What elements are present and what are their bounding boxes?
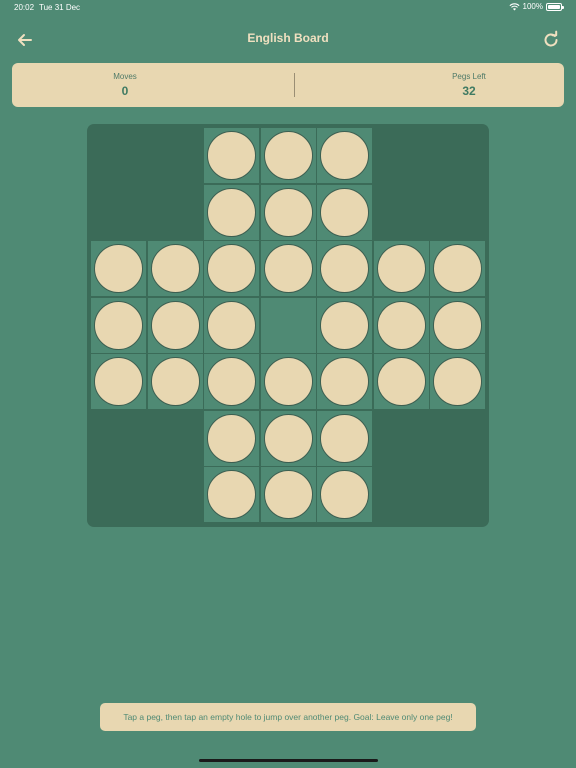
peg[interactable] <box>150 300 200 350</box>
board-hole[interactable] <box>260 467 316 522</box>
board-hole[interactable] <box>317 410 372 466</box>
peg[interactable] <box>320 413 369 463</box>
board-hole[interactable] <box>430 297 485 353</box>
battery-icon <box>546 2 564 11</box>
peg[interactable] <box>263 131 313 180</box>
peg[interactable] <box>207 357 256 406</box>
instructions-hint: Tap a peg, then tap an empty hole to jum… <box>100 703 476 731</box>
board-hole[interactable] <box>204 354 259 409</box>
peg[interactable] <box>263 187 313 237</box>
board-hole[interactable] <box>204 410 259 466</box>
pegs-left-stat: Pegs Left 32 <box>369 72 569 98</box>
refresh-icon[interactable] <box>540 29 562 51</box>
wifi-icon <box>509 2 520 11</box>
board-hole[interactable] <box>317 467 372 522</box>
peg[interactable] <box>150 357 200 406</box>
board-hole[interactable] <box>204 297 259 353</box>
peg[interactable] <box>376 357 426 406</box>
peg[interactable] <box>263 470 313 519</box>
board-hole[interactable] <box>147 241 203 296</box>
peg[interactable] <box>433 357 482 406</box>
peg[interactable] <box>150 244 200 293</box>
peg[interactable] <box>320 244 369 293</box>
nav-bar: English Board <box>0 24 576 54</box>
peg[interactable] <box>207 131 256 180</box>
peg[interactable] <box>433 300 482 350</box>
status-date: Tue 31 Dec <box>39 3 81 12</box>
board-hole[interactable] <box>317 184 372 240</box>
board-hole[interactable] <box>204 241 259 296</box>
peg[interactable] <box>207 413 256 463</box>
peg[interactable] <box>263 357 313 406</box>
peg[interactable] <box>320 300 369 350</box>
board-hole[interactable] <box>373 354 429 409</box>
board-hole[interactable] <box>317 354 372 409</box>
board-hole[interactable] <box>147 297 203 353</box>
peg[interactable] <box>320 470 369 519</box>
peg[interactable] <box>263 413 313 463</box>
board-hole[interactable] <box>317 297 372 353</box>
moves-label: Moves <box>113 72 137 81</box>
board-hole[interactable] <box>260 354 316 409</box>
peg[interactable] <box>263 244 313 293</box>
moves-stat: Moves 0 <box>25 72 225 98</box>
peg[interactable] <box>376 300 426 350</box>
board-hole[interactable] <box>373 241 429 296</box>
peg[interactable] <box>433 244 482 293</box>
moves-value: 0 <box>121 84 129 98</box>
board-hole[interactable] <box>260 128 316 183</box>
board-hole[interactable] <box>317 128 372 183</box>
board-hole[interactable] <box>204 184 259 240</box>
peg[interactable] <box>94 300 143 350</box>
peg[interactable] <box>94 357 143 406</box>
peg[interactable] <box>94 244 143 293</box>
board-hole[interactable] <box>430 241 485 296</box>
pegs-left-value: 32 <box>462 84 476 98</box>
status-bar: 20:02 Tue 31 Dec 100% <box>0 0 576 14</box>
board-hole[interactable] <box>204 128 259 183</box>
board-hole[interactable] <box>430 354 485 409</box>
board-hole[interactable] <box>260 410 316 466</box>
peg[interactable] <box>207 470 256 519</box>
home-indicator <box>199 759 378 762</box>
battery-percent: 100% <box>522 2 543 11</box>
stats-divider <box>294 73 295 97</box>
board-hole[interactable] <box>204 467 259 522</box>
board-hole[interactable] <box>91 241 146 296</box>
peg[interactable] <box>207 300 256 350</box>
page-title: English Board <box>247 31 329 45</box>
peg[interactable] <box>320 357 369 406</box>
board-hole[interactable] <box>260 184 316 240</box>
status-time: 20:02 <box>14 3 35 12</box>
board-hole[interactable] <box>373 297 429 353</box>
board-hole[interactable] <box>317 241 372 296</box>
peg[interactable] <box>207 244 256 293</box>
board-hole[interactable] <box>260 241 316 296</box>
pegs-left-label: Pegs Left <box>452 72 486 81</box>
board-hole[interactable] <box>91 354 146 409</box>
peg[interactable] <box>320 131 369 180</box>
board-hole[interactable] <box>91 297 146 353</box>
board-hole[interactable] <box>260 297 316 353</box>
peg[interactable] <box>376 244 426 293</box>
peg[interactable] <box>320 187 369 237</box>
status-right: 100% <box>509 2 564 11</box>
game-board <box>87 124 489 527</box>
stats-panel: Moves 0 Pegs Left 32 <box>12 63 564 107</box>
peg[interactable] <box>207 187 256 237</box>
board-hole[interactable] <box>147 354 203 409</box>
